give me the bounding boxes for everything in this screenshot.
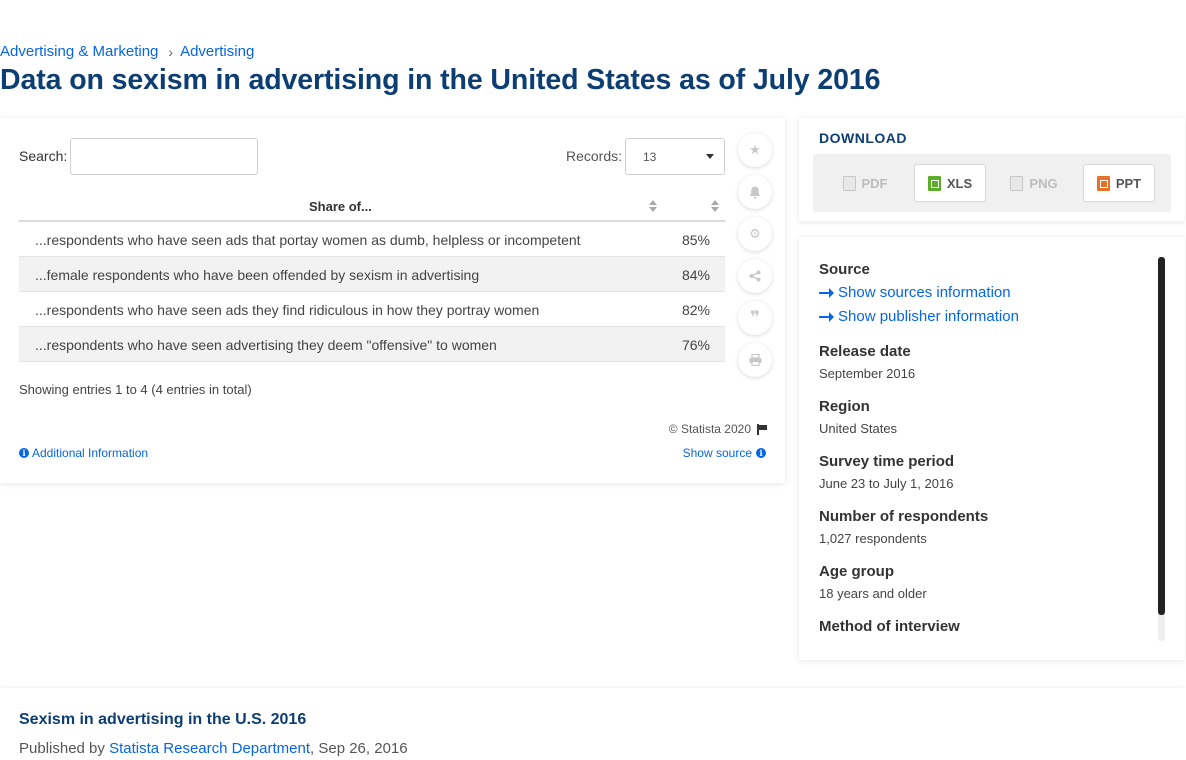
- statistic-title: Sexism in advertising in the U.S. 2016: [19, 711, 307, 728]
- print-icon: [749, 354, 761, 366]
- statistic-summary-card: Sexism in advertising in the U.S. 2016 P…: [0, 688, 1186, 760]
- respondents-value: 1,027 respondents: [819, 531, 927, 546]
- row-value: 85%: [681, 232, 710, 248]
- copyright: © Statista 2020: [669, 422, 767, 436]
- records-select[interactable]: 13: [625, 138, 725, 175]
- pdf-file-icon: [842, 175, 856, 191]
- search-label: Search:: [19, 148, 68, 164]
- download-ppt-button[interactable]: PPT: [1083, 164, 1155, 202]
- row-label: ...respondents who have seen advertising…: [35, 337, 497, 353]
- show-publisher-label: Show publisher information: [838, 308, 1019, 325]
- arrow-right-icon: [819, 287, 834, 298]
- download-pdf-button[interactable]: PDF: [829, 164, 901, 202]
- survey-period-value: June 23 to July 1, 2016: [819, 476, 954, 491]
- show-source-label: Show source: [682, 446, 752, 460]
- search-input[interactable]: [70, 138, 258, 175]
- download-card: DOWNLOAD PDF XLS PNG PPT: [799, 118, 1185, 221]
- scrollbar-thumb[interactable]: [1158, 257, 1165, 615]
- download-png-button[interactable]: PNG: [998, 164, 1070, 202]
- method-heading: Method of interview: [819, 618, 960, 635]
- sort-icon[interactable]: [711, 200, 719, 212]
- breadcrumb-separator: ›: [168, 43, 174, 60]
- published-by: Published by Statista Research Departmen…: [19, 740, 408, 757]
- info-icon: i: [756, 448, 766, 458]
- publisher-link[interactable]: Statista Research Department: [109, 740, 310, 757]
- published-prefix: Published by: [19, 740, 105, 757]
- download-xls-button[interactable]: XLS: [914, 164, 986, 202]
- table-row: ...female respondents who have been offe…: [19, 257, 725, 292]
- info-scrollbar[interactable]: [1158, 257, 1165, 641]
- download-pdf-label: PDF: [861, 175, 888, 191]
- info-icon: i: [19, 448, 29, 458]
- arrow-right-icon: [819, 311, 834, 322]
- additional-information-link[interactable]: i Additional Information: [19, 446, 148, 460]
- print-button[interactable]: [738, 343, 772, 377]
- download-ppt-label: PPT: [1115, 175, 1142, 191]
- region-heading: Region: [819, 398, 870, 415]
- ppt-file-icon: [1096, 175, 1110, 191]
- additional-information-label: Additional Information: [32, 446, 149, 460]
- table-row: ...respondents who have seen advertising…: [19, 327, 725, 362]
- records-select-value: 13: [643, 150, 657, 164]
- download-xls-label: XLS: [946, 175, 973, 191]
- share-button[interactable]: [738, 259, 772, 293]
- show-source-link[interactable]: Show source i: [683, 446, 766, 460]
- row-value: 82%: [681, 302, 710, 318]
- breadcrumb: Advertising & Marketing › Advertising: [0, 43, 254, 60]
- statistic-info-card: Source Show sources information Show pub…: [799, 237, 1185, 660]
- xls-file-icon: [927, 175, 941, 191]
- favorite-button[interactable]: ★: [738, 133, 772, 167]
- bell-icon: [749, 186, 761, 198]
- png-file-icon: [1010, 175, 1024, 191]
- settings-button[interactable]: ⚙: [738, 217, 772, 251]
- row-value: 84%: [681, 267, 710, 283]
- share-icon: [749, 270, 761, 282]
- release-date-heading: Release date: [819, 343, 911, 360]
- row-label: ...female respondents who have been offe…: [35, 267, 480, 283]
- chevron-down-icon: [706, 154, 714, 159]
- table-row: ...respondents who have seen ads that po…: [19, 222, 725, 257]
- breadcrumb-advertising-marketing[interactable]: Advertising & Marketing: [0, 43, 158, 60]
- table-row: ...respondents who have seen ads they fi…: [19, 292, 725, 327]
- download-title: DOWNLOAD: [819, 130, 907, 146]
- show-sources-label: Show sources information: [838, 284, 1011, 301]
- row-value: 76%: [681, 337, 710, 353]
- column-header-share[interactable]: Share of...: [309, 199, 372, 214]
- age-group-heading: Age group: [819, 563, 894, 580]
- sort-icon[interactable]: [649, 200, 657, 212]
- region-value: United States: [819, 421, 898, 436]
- showing-entries-text: Showing entries 1 to 4 (4 entries in tot…: [19, 382, 252, 397]
- published-date: , Sep 26, 2016: [310, 740, 408, 757]
- notify-button[interactable]: [738, 175, 772, 209]
- source-heading: Source: [819, 261, 870, 278]
- statistic-table-card: Search: Records: 13 Share of... ...respo…: [0, 118, 785, 483]
- copyright-text: © Statista 2020: [668, 422, 751, 436]
- page-title: Data on sexism in advertising in the Uni…: [0, 64, 881, 96]
- breadcrumb-advertising[interactable]: Advertising: [180, 43, 254, 60]
- row-label: ...respondents who have seen ads they fi…: [35, 302, 540, 318]
- data-table: Share of... ...respondents who have seen…: [19, 190, 725, 362]
- show-sources-link[interactable]: Show sources information: [819, 284, 1011, 301]
- download-buttons: PDF XLS PNG PPT: [813, 154, 1171, 212]
- age-group-value: 18 years and older: [819, 586, 927, 601]
- release-date-value: September 2016: [819, 366, 916, 381]
- gear-icon: ⚙: [749, 226, 761, 241]
- show-publisher-link[interactable]: Show publisher information: [819, 308, 1019, 325]
- row-label: ...respondents who have seen ads that po…: [35, 232, 581, 248]
- download-png-label: PNG: [1029, 175, 1058, 191]
- respondents-heading: Number of respondents: [819, 508, 989, 525]
- survey-period-heading: Survey time period: [819, 453, 955, 470]
- flag-icon[interactable]: [757, 423, 767, 435]
- quote-icon: ❞: [750, 308, 760, 327]
- table-header: Share of...: [19, 190, 725, 222]
- star-icon: ★: [749, 142, 761, 157]
- cite-button[interactable]: ❞: [738, 301, 772, 335]
- records-label: Records:: [566, 148, 623, 164]
